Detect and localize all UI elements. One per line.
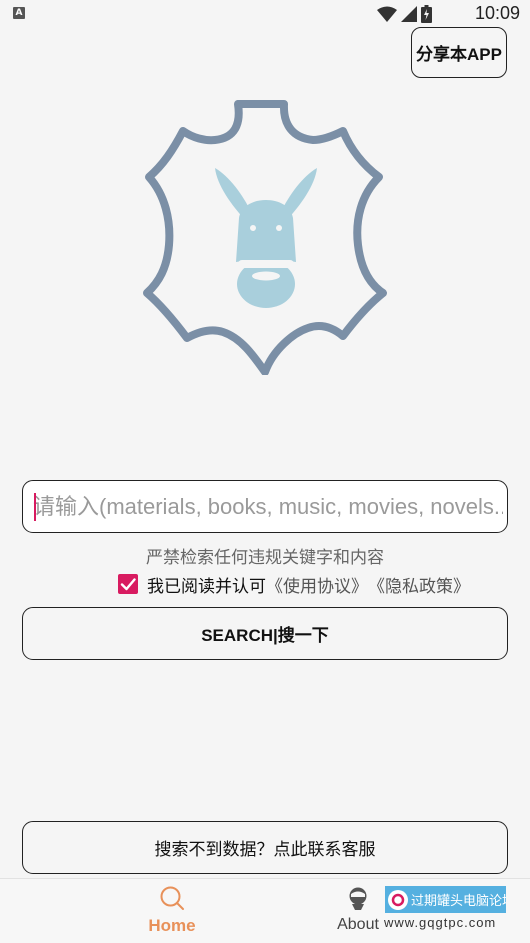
- nav-about-label: About: [337, 916, 379, 933]
- watermark-text: 过期罐头电脑论坛: [411, 893, 506, 908]
- watermark-logo-icon: [388, 889, 408, 910]
- donkey-head: [215, 168, 317, 308]
- terms-link[interactable]: 《使用协议》: [266, 572, 368, 597]
- agreement-checkbox[interactable]: [118, 574, 138, 594]
- search-input[interactable]: [33, 481, 503, 532]
- privacy-link[interactable]: 《隐私政策》: [368, 572, 470, 597]
- search-icon: [160, 886, 184, 910]
- text-cursor: [34, 493, 36, 521]
- clock: 10:09: [474, 3, 520, 23]
- agreement-row: 我已阅读并认可 《使用协议》 《隐私政策》: [118, 572, 470, 596]
- app-logo-icon: [143, 100, 387, 375]
- check-icon: [120, 578, 136, 591]
- nav-home-label: Home: [148, 916, 196, 935]
- contact-support-button[interactable]: 搜索不到数据？点此联系客服: [22, 821, 508, 874]
- watermark-banner: 过期罐头电脑论坛: [385, 886, 506, 913]
- watermark-url: www.gqgtpc.com: [384, 915, 497, 930]
- status-bar: A 10:09: [0, 0, 530, 28]
- nav-about[interactable]: About: [330, 887, 386, 943]
- share-app-button[interactable]: 分享本APP: [411, 27, 507, 78]
- search-field[interactable]: [22, 480, 508, 533]
- battery-charging-icon: [421, 5, 432, 23]
- person-icon: [349, 887, 367, 910]
- notification-icon: A: [13, 7, 25, 19]
- agreement-label: 我已阅读并认可: [147, 576, 266, 596]
- warning-text: 严禁检索任何违规关键字和内容: [146, 548, 384, 567]
- nav-home[interactable]: Home: [132, 885, 212, 941]
- signal-icon: [401, 6, 417, 22]
- status-icons: [377, 5, 432, 23]
- search-button[interactable]: SEARCH|搜一下: [22, 607, 508, 660]
- wifi-icon: [377, 6, 397, 22]
